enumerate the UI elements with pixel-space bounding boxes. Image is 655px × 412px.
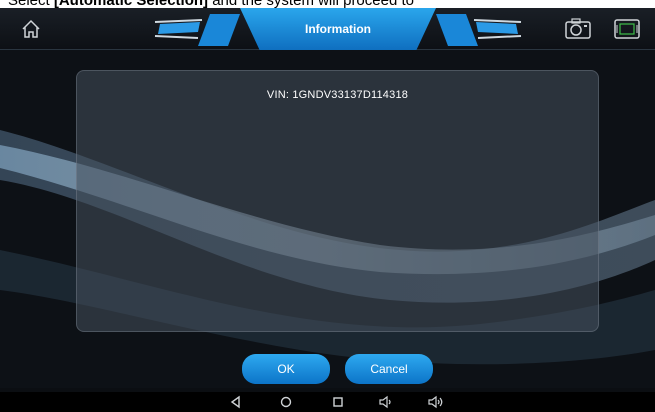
right-deco-icon [436,14,522,46]
volume-down-icon[interactable] [378,394,394,410]
caption-suffix: and the system will proceed to [208,0,414,8]
page-title: Information [305,22,371,36]
ok-button[interactable]: OK [242,354,330,384]
cancel-button[interactable]: Cancel [345,354,433,384]
volume-up-icon[interactable] [428,394,444,410]
title-tab: Information [240,8,436,50]
left-deco-icon [154,14,240,46]
home-circle-icon[interactable] [278,394,294,410]
system-nav-bar [0,392,655,412]
information-panel: VIN: 1GNDV33137D114318 [76,70,599,332]
home-icon [22,19,40,38]
back-icon[interactable] [228,394,244,410]
caption-prefix: Select [8,0,54,8]
document-caption: Select [Automatic Selection] and the sys… [0,0,655,8]
top-bar: Information [0,8,655,50]
device-screen: Information VIN: 1GNDV33137D114318 OK Ca… [0,8,655,412]
vin-text: VIN: 1GNDV33137D114318 [266,89,409,101]
home-button[interactable] [18,16,44,42]
vci-icon [614,19,640,39]
recents-icon[interactable] [330,394,346,410]
screenshot-button[interactable] [563,16,593,42]
vci-status-button[interactable] [612,16,642,42]
caption-bold: [Automatic Selection] [54,0,208,8]
camera-icon [565,18,591,39]
